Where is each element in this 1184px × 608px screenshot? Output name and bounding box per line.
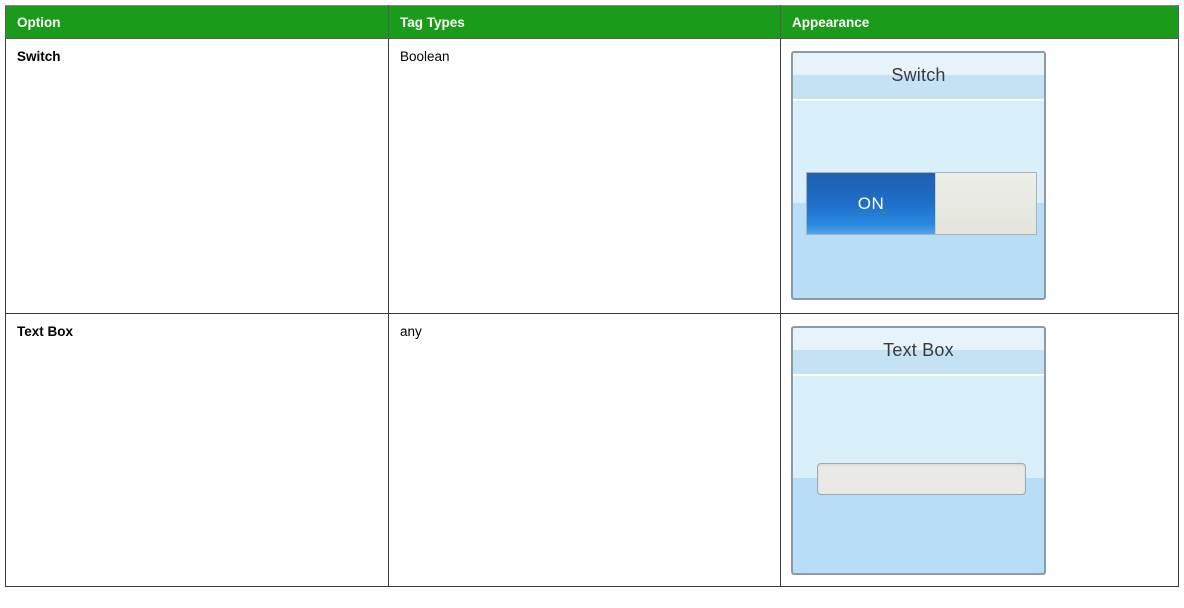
- tag-types-cell: any: [388, 313, 781, 587]
- option-cell: Switch: [5, 38, 389, 314]
- option-cell: Text Box: [5, 313, 389, 587]
- table-row: Text Box any Text Box: [5, 313, 1179, 587]
- text-box-input[interactable]: [817, 463, 1026, 495]
- widget-title: Switch: [891, 65, 946, 85]
- appearance-cell: Text Box: [780, 313, 1179, 587]
- options-table: Option Tag Types Appearance Switch Boole…: [5, 5, 1179, 587]
- header-tag-types: Tag Types: [388, 5, 781, 39]
- header-option: Option: [5, 5, 389, 39]
- option-name: Text Box: [17, 324, 74, 339]
- appearance-cell: Switch ON: [780, 38, 1179, 314]
- tag-types-cell: Boolean: [388, 38, 781, 314]
- switch-on-segment[interactable]: ON: [807, 173, 935, 234]
- tag-types-value: any: [400, 324, 422, 339]
- widget-title: Text Box: [883, 340, 954, 360]
- option-name: Switch: [17, 49, 61, 64]
- switch-off-segment[interactable]: [935, 173, 1036, 234]
- textbox-widget-preview: Text Box: [791, 326, 1046, 575]
- switch-toggle[interactable]: ON: [806, 172, 1037, 235]
- title-divider: [793, 374, 1044, 375]
- table-header-row: Option Tag Types Appearance: [5, 5, 1179, 39]
- tag-types-value: Boolean: [400, 49, 450, 64]
- title-divider: [793, 99, 1044, 100]
- header-appearance: Appearance: [780, 5, 1179, 39]
- switch-widget-preview: Switch ON: [791, 51, 1046, 300]
- table-row: Switch Boolean Switch ON: [5, 38, 1179, 314]
